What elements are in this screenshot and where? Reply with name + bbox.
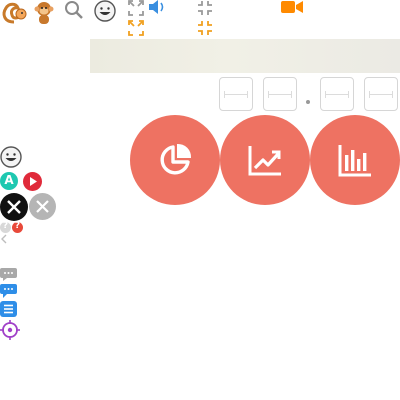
search-icon[interactable] bbox=[64, 0, 84, 20]
video-camera-icon[interactable] bbox=[281, 0, 303, 14]
smiley-icon[interactable] bbox=[0, 146, 22, 168]
target-icon[interactable] bbox=[0, 320, 20, 340]
range-field[interactable] bbox=[219, 77, 253, 111]
close-icon[interactable] bbox=[29, 193, 56, 220]
squirrel-icon[interactable] bbox=[0, 0, 28, 26]
chat-icon[interactable] bbox=[0, 268, 17, 281]
help-icon[interactable]: ? bbox=[0, 221, 11, 233]
range-field[interactable] bbox=[320, 77, 354, 111]
range-field[interactable] bbox=[364, 77, 398, 111]
header-bar bbox=[90, 39, 400, 73]
bar-chart-button[interactable] bbox=[310, 115, 400, 205]
trend-line-icon bbox=[248, 146, 281, 176]
list-icon[interactable] bbox=[0, 301, 17, 317]
smiley-icon[interactable] bbox=[94, 0, 116, 22]
expand-icon[interactable] bbox=[128, 0, 144, 16]
pie-chart-icon bbox=[160, 143, 192, 175]
chat-icon[interactable] bbox=[0, 284, 17, 298]
separator-dot bbox=[306, 100, 310, 104]
close-icon[interactable] bbox=[0, 193, 28, 221]
compress-icon[interactable] bbox=[197, 20, 213, 36]
pie-chart-button[interactable] bbox=[130, 115, 220, 205]
range-field[interactable] bbox=[263, 77, 297, 111]
bar-chart-icon bbox=[338, 145, 371, 177]
expand-icon[interactable] bbox=[128, 20, 144, 36]
speaker-icon[interactable] bbox=[148, 0, 166, 14]
letter-a-icon[interactable]: A bbox=[0, 172, 18, 190]
chevron-left-icon[interactable] bbox=[0, 234, 8, 244]
help-icon[interactable]: ? bbox=[12, 221, 23, 233]
compress-icon[interactable] bbox=[197, 0, 213, 16]
play-icon[interactable] bbox=[23, 172, 42, 191]
line-chart-button[interactable] bbox=[220, 115, 310, 205]
monkey-icon[interactable] bbox=[31, 0, 57, 26]
